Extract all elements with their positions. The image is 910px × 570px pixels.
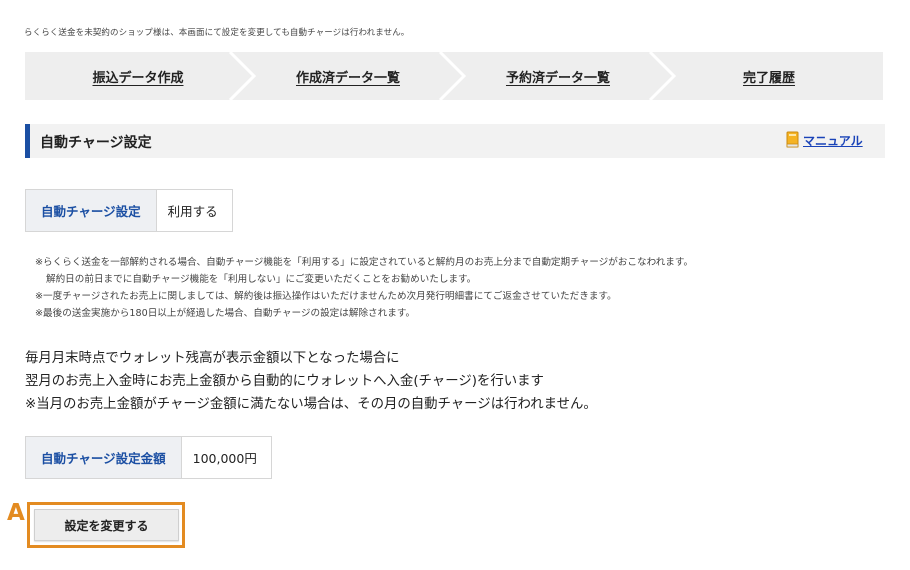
manual-label: マニュアル: [803, 133, 863, 148]
charge-amount-label: 自動チャージ設定金額: [26, 437, 182, 478]
step-divider: [438, 52, 467, 100]
step-divider: [228, 52, 257, 100]
auto-charge-value: 利用する: [167, 204, 218, 219]
manual-link[interactable]: マニュアル: [786, 131, 863, 149]
step-reserved-list[interactable]: 予約済データ一覧: [445, 52, 671, 100]
step-label: 作成済データ一覧: [295, 70, 400, 86]
note-line: ※最後の送金実施から180日以上が経過した場合、自動チャージの設定は解除されます…: [35, 308, 416, 319]
note-line: ※らくらく送金を一部解約される場合、自動チャージ機能を「利用する」に設定されてい…: [35, 257, 694, 268]
step-created-list[interactable]: 作成済データ一覧: [235, 52, 461, 100]
description-line: ※当月のお売上金額がチャージ金額に満たない場合は、その月の自動チャージは行われま…: [25, 397, 597, 412]
notes: ※らくらく送金を一部解約される場合、自動チャージ機能を「利用する」に設定されてい…: [35, 254, 693, 322]
auto-charge-setting: 自動チャージ設定 利用する: [25, 189, 233, 232]
step-label: 振込データ作成: [92, 70, 184, 86]
step-nav: 振込データ作成 作成済データ一覧 予約済データ一覧 完了履歴: [25, 52, 883, 100]
note-line: ※一度チャージされたお売上に関しましては、解約後は振込操作はいただけませんため次…: [35, 291, 617, 302]
charge-amount-setting: 自動チャージ設定金額 100,000円: [25, 436, 272, 479]
step-divider: [648, 52, 677, 100]
change-settings-button[interactable]: 設定を変更する: [34, 509, 179, 541]
section-header: 自動チャージ設定 マニュアル: [25, 124, 885, 158]
description-line: 翌月のお売上入金時にお売上金額から自動的にウォレットへ入金(チャージ)を行います: [25, 374, 544, 389]
note-line: 解約日の前日までに自動チャージ機能を「利用しない」にご変更いただくことをお勧めい…: [46, 274, 477, 285]
notice-text: らくらく送金を未契約のショップ様は、本画面にて設定を変更しても自動チャージは行わ…: [24, 28, 410, 38]
step-label: 完了履歴: [742, 70, 795, 86]
step-label: 予約済データ一覧: [505, 70, 610, 86]
charge-amount-value: 100,000円: [192, 451, 257, 466]
description: 毎月月末時点でウォレット残高が表示金額以下となった場合に 翌月のお売上入金時にお…: [25, 347, 597, 416]
step-create-transfer[interactable]: 振込データ作成: [25, 52, 251, 100]
auto-charge-label: 自動チャージ設定: [26, 190, 157, 231]
description-line: 毎月月末時点でウォレット残高が表示金額以下となった場合に: [25, 351, 400, 366]
section-title: 自動チャージ設定: [40, 135, 152, 151]
book-icon: [786, 131, 799, 148]
annotation-label: A: [7, 500, 25, 526]
step-completed-history[interactable]: 完了履歴: [655, 52, 883, 100]
